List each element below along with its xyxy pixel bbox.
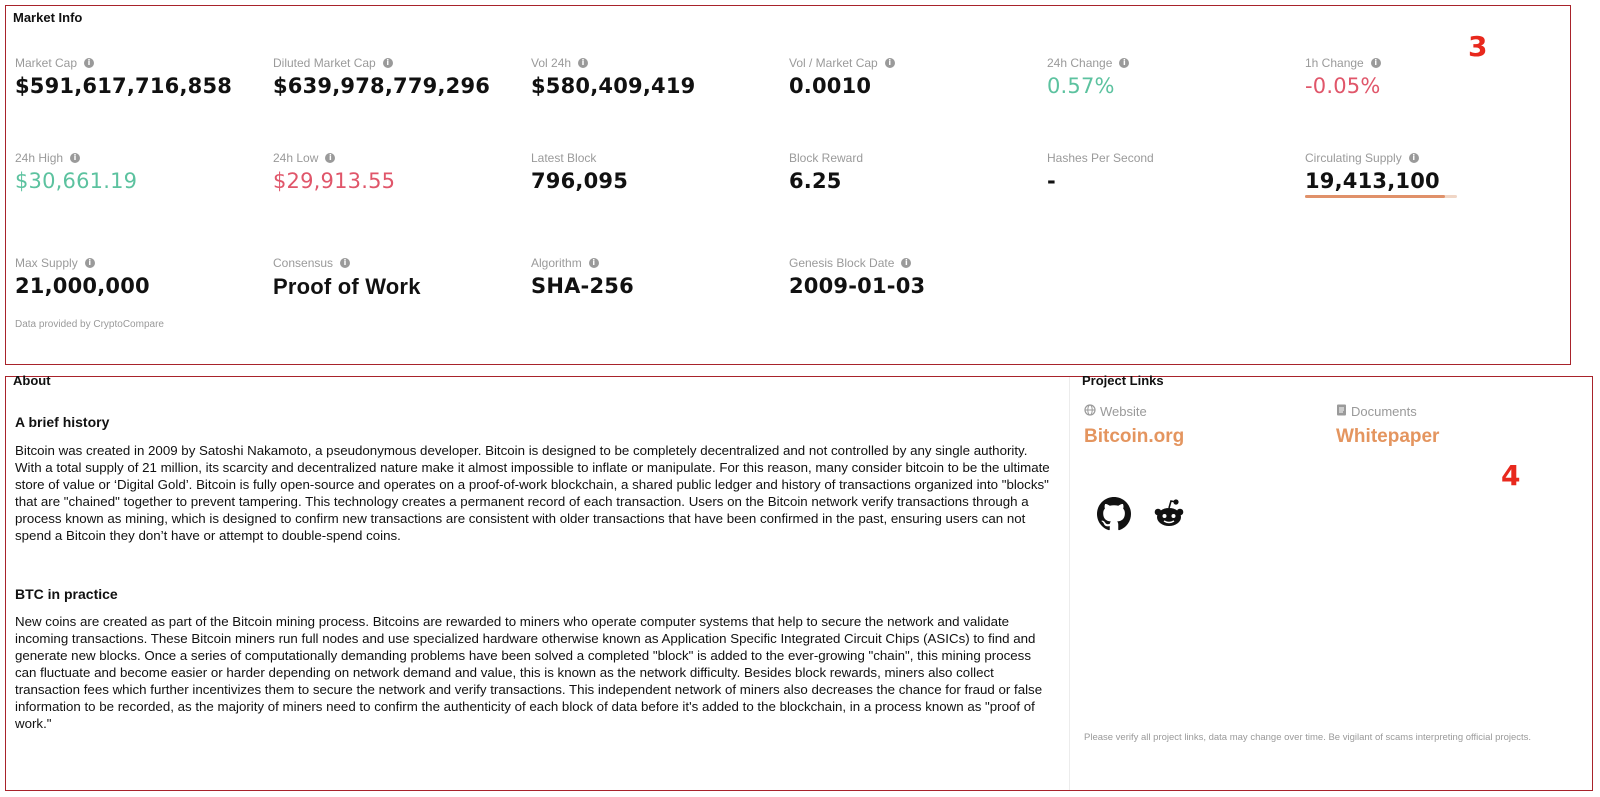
stat-label: Algorithm	[531, 256, 582, 270]
stat-value: 21,000,000	[15, 274, 150, 298]
stat-label: 1h Change	[1305, 56, 1364, 70]
stat-market-cap: Market Cap i $591,617,716,858	[15, 55, 265, 98]
market-info-title: Market Info	[13, 10, 83, 25]
stat-value: SHA-256	[531, 274, 634, 298]
practice-heading: BTC in practice	[15, 586, 118, 602]
documents-link[interactable]: Whitepaper	[1336, 426, 1439, 448]
stat-label: Latest Block	[531, 151, 597, 165]
stat-label: Market Cap	[15, 56, 78, 70]
stat-value: $30,661.19	[15, 169, 138, 193]
info-icon[interactable]: i	[1119, 58, 1130, 68]
stat-consensus: Consensus i Proof of Work	[273, 255, 523, 300]
stat-vol-market-cap: Vol / Market Cap i 0.0010	[789, 55, 1039, 98]
stat-value: -0.05%	[1305, 74, 1381, 98]
stat-algorithm: Algorithm i SHA-256	[531, 255, 781, 298]
document-icon	[1336, 404, 1347, 419]
info-icon[interactable]: i	[340, 258, 351, 268]
about-title: About	[13, 373, 51, 388]
info-icon[interactable]: i	[884, 58, 895, 68]
stat-label: Consensus	[273, 256, 334, 270]
stat-value: 6.25	[789, 169, 842, 193]
globe-icon	[1084, 404, 1096, 419]
website-label: Website	[1100, 404, 1147, 419]
info-icon[interactable]: i	[325, 153, 336, 163]
about-section: About A brief history Bitcoin was create…	[6, 373, 1069, 790]
stat-value: $639,978,779,296	[273, 74, 491, 98]
stat-value: 796,095	[531, 169, 629, 193]
stat-latest-block: Latest Block 796,095	[531, 150, 781, 193]
history-paragraph: Bitcoin was created in 2009 by Satoshi N…	[15, 443, 1050, 543]
practice-paragraph: New coins are created as part of the Bit…	[15, 614, 1043, 731]
documents-label: Documents	[1351, 404, 1417, 419]
stat-value: 0.57%	[1047, 74, 1115, 98]
github-icon[interactable]	[1097, 497, 1131, 531]
annotation-marker-4: 4	[1501, 459, 1521, 492]
history-heading: A brief history	[15, 414, 110, 430]
website-link[interactable]: Bitcoin.org	[1084, 426, 1184, 448]
about-panel: About A brief history Bitcoin was create…	[5, 373, 1593, 791]
stat-label: Hashes Per Second	[1047, 151, 1154, 165]
stat-label: Vol / Market Cap	[789, 56, 878, 70]
stat-value: $29,913.55	[273, 169, 396, 193]
stat-label: Max Supply	[15, 256, 78, 270]
stat-max-supply: Max Supply i 21,000,000	[15, 255, 265, 298]
project-links-title: Project Links	[1082, 373, 1164, 388]
info-icon[interactable]: i	[84, 258, 95, 268]
stat-hashes-per-second: Hashes Per Second -	[1047, 150, 1297, 193]
stat-value: 19,413,100	[1305, 169, 1440, 193]
stat-diluted-market-cap: Diluted Market Cap i $639,978,779,296	[273, 55, 523, 98]
stat-vol-24h: Vol 24h i $580,409,419	[531, 55, 781, 98]
supply-progress-bar	[1305, 195, 1457, 198]
info-icon[interactable]: i	[84, 58, 95, 68]
stat-value: -	[1047, 169, 1056, 193]
info-icon[interactable]: i	[1370, 58, 1381, 68]
documents-link-block: Documents Whitepaper	[1336, 404, 1439, 448]
supply-progress-fill	[1305, 195, 1446, 198]
stat-label: 24h Low	[273, 151, 319, 165]
website-link-block: Website Bitcoin.org	[1084, 404, 1184, 448]
info-icon[interactable]: i	[901, 258, 912, 268]
stat-genesis-block-date: Genesis Block Date i 2009-01-03	[789, 255, 1039, 298]
links-disclaimer: Please verify all project links, data ma…	[1084, 732, 1532, 743]
section-divider	[1069, 377, 1070, 790]
stat-value: $580,409,419	[531, 74, 696, 98]
stat-value: 0.0010	[789, 74, 872, 98]
stat-label: Block Reward	[789, 151, 864, 165]
reddit-icon[interactable]	[1152, 497, 1186, 531]
stat-label: Genesis Block Date	[789, 256, 895, 270]
stat-circulating-supply: Circulating Supply i 19,413,100	[1305, 150, 1555, 198]
info-icon[interactable]: i	[382, 58, 393, 68]
stat-24h-low: 24h Low i $29,913.55	[273, 150, 523, 193]
info-icon[interactable]: i	[588, 258, 599, 268]
stat-value: 2009-01-03	[789, 274, 926, 298]
info-icon[interactable]: i	[1408, 153, 1419, 163]
stat-label: 24h High	[15, 151, 64, 165]
info-icon[interactable]: i	[70, 153, 81, 163]
stat-label: Circulating Supply	[1305, 151, 1402, 165]
stat-24h-high: 24h High i $30,661.19	[15, 150, 265, 193]
stat-block-reward: Block Reward 6.25	[789, 150, 1039, 193]
stat-label: Diluted Market Cap	[273, 56, 376, 70]
data-credit: Data provided by CryptoCompare	[15, 319, 164, 330]
stat-value: $591,617,716,858	[15, 74, 233, 98]
stat-24h-change: 24h Change i 0.57%	[1047, 55, 1297, 98]
stat-label: Vol 24h	[531, 56, 572, 70]
stat-label: 24h Change	[1047, 56, 1113, 70]
market-info-panel: Market Info 3 Market Cap i $591,617,716,8…	[5, 5, 1571, 365]
stat-1h-change: 1h Change i -0.05%	[1305, 55, 1555, 98]
info-icon[interactable]: i	[578, 58, 589, 68]
stat-value: Proof of Work	[273, 274, 421, 299]
